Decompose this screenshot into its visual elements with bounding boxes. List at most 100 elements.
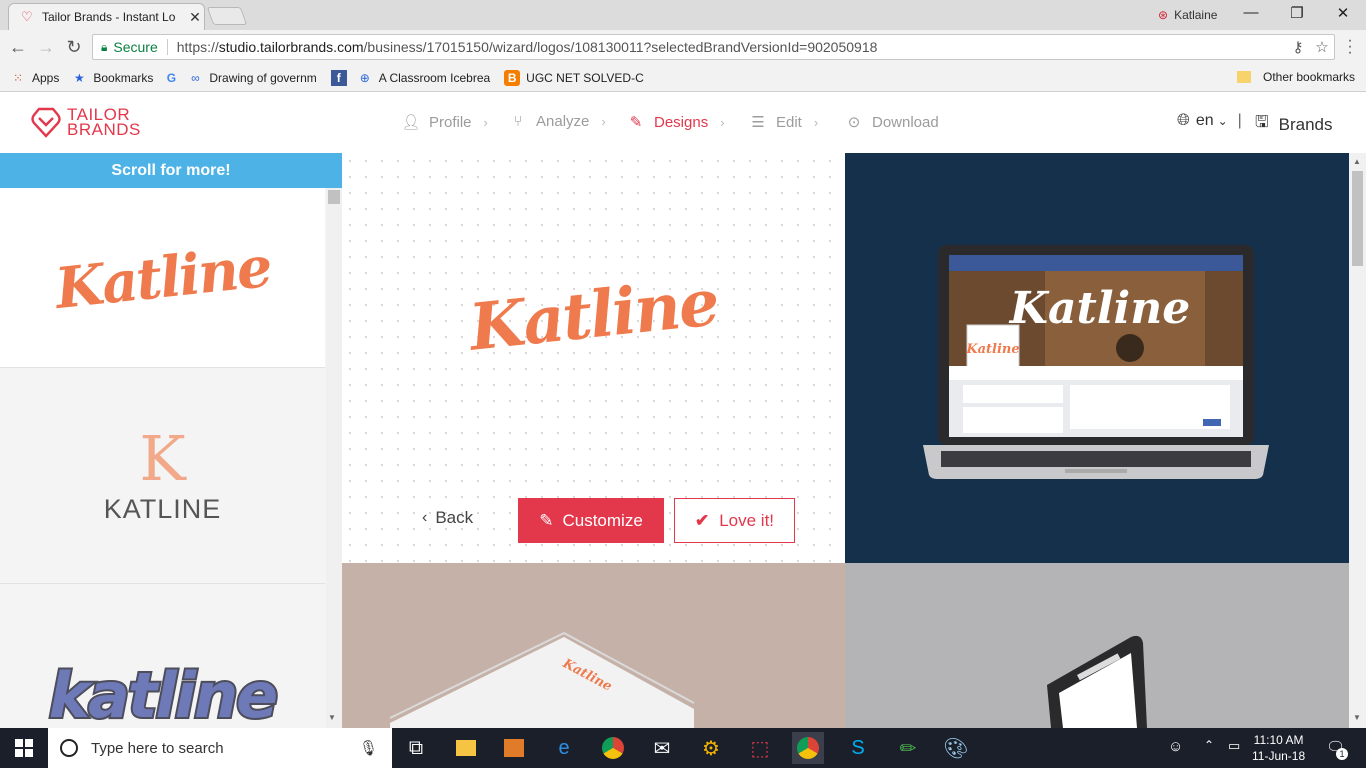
person-icon: 👤︎ xyxy=(401,114,421,131)
step-analyze[interactable]: ⑂ Analyze › xyxy=(508,113,605,130)
logo-thumb-2[interactable]: K KATLINE xyxy=(0,369,325,584)
minimize-icon[interactable]: — xyxy=(1231,4,1271,24)
branch-icon: ⑂ xyxy=(513,113,523,130)
language-label: en xyxy=(1195,112,1214,129)
lock-icon: 🔒︎ xyxy=(101,39,108,54)
tailor-brands-favicon-icon: ♡ xyxy=(21,9,33,24)
bookmark-star-icon[interactable]: ☆ xyxy=(1310,38,1334,56)
back-button[interactable]: ‹ Back xyxy=(422,508,473,528)
thumb-monogram: K xyxy=(139,421,186,495)
bookmark-google[interactable]: G xyxy=(163,70,185,86)
logo-thumb-3[interactable]: katline xyxy=(0,585,325,728)
taskbar-search-box[interactable]: Type here to search 🎙︎ xyxy=(48,728,392,768)
main-logo-text: Katline xyxy=(465,265,722,366)
browser-tab[interactable]: ♡ Tailor Brands - Instant Lo ✕ xyxy=(8,3,205,30)
laptop-facebook-mockup: Katline Katline xyxy=(923,245,1269,479)
skype-icon[interactable]: S xyxy=(842,732,874,764)
back-label: Back xyxy=(435,508,474,527)
love-it-label: Love it! xyxy=(719,510,775,530)
clock-date: 11-Jun-18 xyxy=(1252,749,1306,763)
pencil-icon: ✎ xyxy=(629,114,643,131)
drawing-app-icon[interactable]: ✏ xyxy=(892,732,924,764)
logo-preview-panel: Katline ‹ Back ✎ Customize ✔ Love it! xyxy=(342,153,845,563)
close-window-icon[interactable]: ✕ xyxy=(1323,4,1363,24)
site-header: TAILOR BRANDS 👤︎ Profile › ⑂ Analyze › ✎… xyxy=(0,93,1366,153)
task-view-icon[interactable]: ⧉ xyxy=(400,732,432,764)
chrome-active-window-icon[interactable] xyxy=(792,732,824,764)
bookmark-classroom[interactable]: ⊕ A Classroom Icebrea xyxy=(357,70,490,86)
page-scrollbar-thumb[interactable] xyxy=(1352,171,1363,266)
scroll-up-arrow-icon[interactable]: ▲ xyxy=(1353,157,1361,166)
phone-instagram-mockup xyxy=(1047,635,1147,728)
other-bookmarks[interactable]: Other bookmarks xyxy=(1237,70,1355,84)
taskbar-clock[interactable]: 11:10 AM 11-Jun-18 xyxy=(1252,732,1305,764)
chrome-icon[interactable] xyxy=(597,732,629,764)
love-it-button[interactable]: ✔ Love it! xyxy=(674,498,795,543)
folder-icon xyxy=(1237,71,1251,83)
close-tab-icon[interactable]: ✕ xyxy=(186,9,204,26)
step-profile[interactable]: 👤︎ Profile › xyxy=(401,113,487,132)
profile-chip[interactable]: ⊛ Katlaine xyxy=(1158,8,1217,22)
scroll-down-arrow-icon[interactable]: ▼ xyxy=(328,713,336,722)
step-edit[interactable]: ☰ Edit › xyxy=(748,113,818,132)
search-placeholder: Type here to search xyxy=(91,739,224,757)
battery-icon[interactable]: ▭ xyxy=(1228,738,1240,754)
star-icon: ★ xyxy=(73,70,85,85)
design-preview: Katline ‹ Back ✎ Customize ✔ Love it! Ka… xyxy=(342,153,1349,728)
bookmark-ugc[interactable]: B UGC NET SOLVED-C xyxy=(504,69,644,86)
chevron-left-icon: ‹ xyxy=(422,509,428,526)
phone-mockup-panel xyxy=(845,563,1349,728)
maximize-icon[interactable]: ❐ xyxy=(1277,4,1317,24)
mail-icon[interactable]: ✉ xyxy=(646,732,678,764)
logo-line2: BRANDS xyxy=(67,120,141,139)
new-tab-button[interactable] xyxy=(206,7,248,25)
edge-browser-icon[interactable]: e xyxy=(548,732,580,764)
stationery-mockup-panel: Katline xyxy=(342,563,845,728)
infinity-icon: ∞ xyxy=(191,70,200,85)
step-download[interactable]: ⊙ Download xyxy=(844,113,939,132)
bookmark-label: Apps xyxy=(32,70,60,85)
customize-button[interactable]: ✎ Customize xyxy=(518,498,664,543)
sidebar-scrollbar[interactable] xyxy=(326,188,342,728)
step-label: Profile xyxy=(429,113,472,131)
search-circle-icon xyxy=(60,739,78,757)
people-icon[interactable]: ☺ xyxy=(1168,738,1183,755)
bookmark-drawing[interactable]: ∞ Drawing of governm xyxy=(187,70,317,86)
paint-icon[interactable]: 🎨︎ xyxy=(940,732,972,764)
bookmarks-bar: ⁙ Apps ★ Bookmarks G ∞ Drawing of govern… xyxy=(0,64,1366,92)
language-selector[interactable]: 🌐︎ en ⌄ | xyxy=(1177,112,1242,130)
globe-icon: 🌐︎ xyxy=(1177,112,1190,129)
bookmark-apps[interactable]: ⁙ Apps xyxy=(10,70,59,86)
thumb-logo-text: katline xyxy=(47,657,280,729)
notification-count-badge: 1 xyxy=(1336,748,1348,760)
acrobat-icon[interactable]: ⬚ xyxy=(744,732,776,764)
tailor-brands-logo[interactable]: TAILOR BRANDS xyxy=(31,105,141,139)
windows-start-button[interactable] xyxy=(0,728,48,768)
app-pinned-icon[interactable]: ⚙ xyxy=(695,732,727,764)
sidebar-scrollbar-thumb[interactable] xyxy=(328,190,340,204)
file-explorer-icon[interactable] xyxy=(450,732,482,764)
brands-link[interactable]: 🖫 Brands xyxy=(1255,111,1333,138)
page-scrollbar[interactable]: ▲ ▼ xyxy=(1349,153,1366,728)
chrome-menu-icon[interactable]: · · · xyxy=(1343,33,1357,61)
divider: | xyxy=(1237,112,1242,129)
bookmark-facebook[interactable]: f xyxy=(330,69,353,86)
bookmark-bookmarks[interactable]: ★ Bookmarks xyxy=(71,70,153,86)
download-circle-icon: ⊙ xyxy=(847,114,861,131)
windows-logo-icon xyxy=(15,739,33,757)
reload-icon[interactable]: ↻ xyxy=(63,37,85,57)
forward-arrow-icon[interactable]: → xyxy=(35,37,57,57)
chevron-up-icon[interactable]: ⌃ xyxy=(1204,738,1214,752)
key-icon[interactable]: ⚷ xyxy=(1286,38,1310,56)
microphone-icon[interactable]: 🎙︎ xyxy=(359,739,378,757)
logo-thumb-1[interactable]: Katline xyxy=(0,188,325,368)
secure-label: Secure xyxy=(113,39,168,55)
browser-tab-strip: ♡ Tailor Brands - Instant Lo ✕ ⊛ Katlain… xyxy=(0,0,1366,30)
media-player-icon[interactable] xyxy=(498,732,530,764)
browser-toolbar: ← → ↻ 🔒︎ Secure https://studio.tailorbra… xyxy=(0,30,1366,64)
scroll-down-arrow-icon[interactable]: ▼ xyxy=(1353,713,1361,722)
address-bar[interactable]: 🔒︎ Secure https://studio.tailorbrands.co… xyxy=(92,34,1335,60)
step-designs[interactable]: ✎ Designs › xyxy=(626,113,725,132)
back-arrow-icon[interactable]: ← xyxy=(7,37,29,57)
globe-icon: ⊕ xyxy=(359,70,370,85)
